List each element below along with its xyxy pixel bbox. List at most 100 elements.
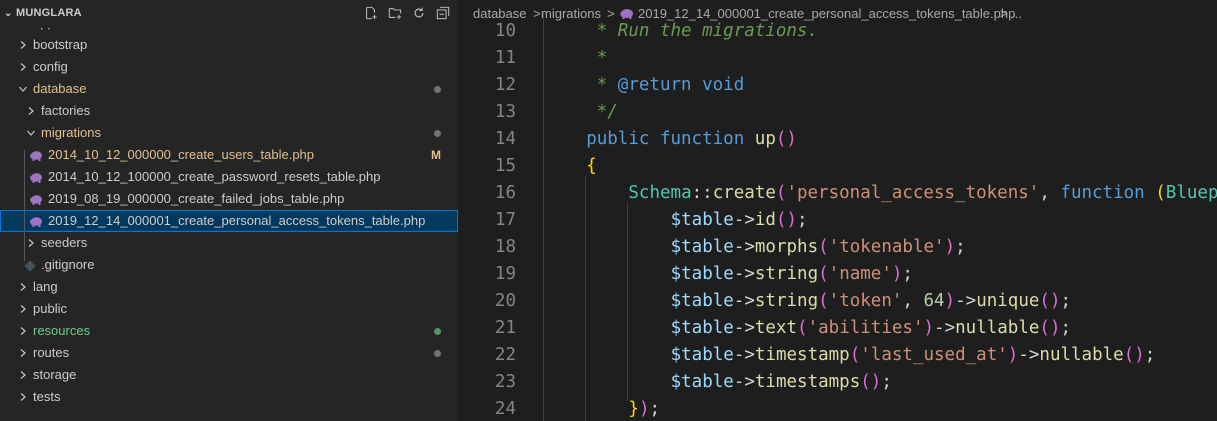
- php-file-icon: [29, 192, 43, 206]
- chevron-right-icon: [18, 342, 28, 364]
- folder-item[interactable]: seeders: [0, 232, 458, 254]
- refresh-icon[interactable]: [412, 6, 426, 20]
- collapse-all-icon[interactable]: [436, 6, 450, 20]
- file-item[interactable]: 2014_10_12_100000_create_password_resets…: [0, 166, 458, 188]
- php-file-icon: [29, 170, 43, 184]
- new-folder-icon[interactable]: [388, 6, 402, 20]
- code-text: public function up(): [586, 129, 797, 149]
- file-item[interactable]: 2014_10_12_000000_create_users_table.php…: [0, 144, 458, 166]
- line-number: 13: [494, 102, 516, 122]
- git-status-dot: [434, 130, 441, 137]
- git-status-dot: [434, 350, 441, 357]
- code-line[interactable]: 13 */: [458, 95, 1217, 131]
- tree-item-label: storage: [33, 367, 77, 382]
- tree-item-label: 2019_08_19_000000_create_failed_jobs_tab…: [48, 191, 345, 206]
- tree-item-label: 2019_12_14_000001_create_personal_access…: [48, 213, 426, 228]
- tree-item-label: seeders: [41, 235, 88, 250]
- tree-item-label: tests: [33, 389, 61, 404]
- line-number: 16: [494, 183, 516, 203]
- indent-guide: [585, 392, 587, 421]
- file-item[interactable]: .gitignore: [0, 254, 458, 276]
- code-text: *: [586, 48, 608, 68]
- folder-item[interactable]: bootstrap: [0, 34, 458, 56]
- code-text: });: [628, 399, 661, 419]
- tree-item-label: database: [33, 81, 87, 96]
- folder-item[interactable]: public: [0, 298, 458, 320]
- new-file-icon[interactable]: [364, 6, 378, 20]
- tree-item-label: routes: [33, 345, 70, 360]
- folder-item[interactable]: routes: [0, 342, 458, 364]
- code-line[interactable]: 16 Schema::create('personal_access_tokens…: [458, 176, 1217, 212]
- line-number: 22: [494, 345, 516, 365]
- chevron-right-icon: [18, 364, 28, 386]
- folder-item[interactable]: config: [0, 56, 458, 78]
- code-text: $table->string('token', 64)->unique();: [670, 291, 1072, 311]
- line-number: 21: [494, 318, 516, 338]
- code-line[interactable]: 11 *: [458, 41, 1217, 77]
- folder-item[interactable]: storage: [0, 364, 458, 386]
- code-editor[interactable]: database > migrations > 2019_12_14_00000…: [458, 0, 1217, 421]
- line-number: 12: [494, 75, 516, 95]
- code-text: $table->timestamps();: [670, 372, 892, 392]
- explorer-sidebar: nlsappbootstrapconfigdatabasefactoriesmi…: [0, 0, 458, 421]
- code-text: {: [586, 156, 597, 176]
- code-text: $table->timestamp('last_used_at')->nulla…: [670, 345, 1156, 365]
- code-text: $table->text('abilities')->nullable();: [670, 318, 1072, 338]
- folder-item[interactable]: resources: [0, 320, 458, 342]
- code-line[interactable]: 15 {: [458, 149, 1217, 185]
- line-number: 14: [494, 129, 516, 149]
- gitignore-file-icon: [23, 258, 37, 272]
- code-line[interactable]: 17 $table->id();: [458, 203, 1217, 239]
- git-status-dot: [434, 328, 441, 335]
- code-line[interactable]: 23 $table->timestamps();: [458, 365, 1217, 401]
- code-line[interactable]: 20 $table->string('token', 64)->unique();: [458, 284, 1217, 320]
- line-number: 23: [494, 372, 516, 392]
- tree-item-label: 2014_10_12_100000_create_password_resets…: [48, 169, 381, 184]
- folder-item[interactable]: migrations: [0, 122, 458, 144]
- tree-item-label: lang: [33, 279, 58, 294]
- code-line[interactable]: 19 $table->string('name');: [458, 257, 1217, 293]
- code-line[interactable]: 22 $table->timestamp('last_used_at')->nul…: [458, 338, 1217, 374]
- line-number: 19: [494, 264, 516, 284]
- chevron-right-icon: [18, 320, 28, 342]
- code-text: $table->string('name');: [670, 264, 913, 284]
- code-line[interactable]: 12 * @return void: [458, 68, 1217, 104]
- line-number: 11: [494, 48, 516, 68]
- chevron-right-icon: [26, 232, 36, 254]
- explorer-header: ⌄ MUNGLARA: [0, 0, 458, 28]
- folder-item[interactable]: lang: [0, 276, 458, 298]
- code-line[interactable]: 21 $table->text('abilities')->nullable();: [458, 311, 1217, 347]
- chevron-right-icon: [18, 386, 28, 408]
- chevron-right-icon: [18, 56, 28, 78]
- file-item[interactable]: 2019_12_14_000001_create_personal_access…: [0, 210, 458, 232]
- tree-item-label: migrations: [41, 125, 101, 140]
- file-item[interactable]: 2019_08_19_000000_create_failed_jobs_tab…: [0, 188, 458, 210]
- tree-item-label: factories: [41, 103, 91, 118]
- code-text: $table->id();: [670, 210, 808, 230]
- tree-item-label: config: [33, 59, 68, 74]
- chevron-right-icon: [18, 34, 28, 56]
- folder-item[interactable]: database: [0, 78, 458, 100]
- tree-item-label: resources: [33, 323, 91, 338]
- code-text: $table->morphs('tokenable');: [670, 237, 966, 257]
- chevron-down-icon: [26, 122, 36, 144]
- php-file-icon: [29, 148, 43, 162]
- code-line[interactable]: 24});: [458, 392, 1217, 421]
- code-line[interactable]: 14 public function up(): [458, 122, 1217, 158]
- folder-item[interactable]: factories: [0, 100, 458, 122]
- code-line[interactable]: 10 * Run the migrations.: [458, 14, 1217, 50]
- git-status-dot: [434, 86, 441, 93]
- tree-item-label: bootstrap: [33, 37, 88, 52]
- workspace-title[interactable]: ⌄ MUNGLARA: [4, 7, 82, 19]
- php-file-icon: [29, 214, 43, 228]
- folder-item[interactable]: tests: [0, 386, 458, 408]
- line-number: 17: [494, 210, 516, 230]
- chevron-right-icon: [18, 298, 28, 320]
- line-number: 20: [494, 291, 516, 311]
- line-number: 24: [494, 399, 516, 419]
- chevron-right-icon: [18, 276, 28, 298]
- line-number: 10: [494, 21, 516, 41]
- code-text: */: [586, 102, 618, 122]
- code-line[interactable]: 18 $table->morphs('tokenable');: [458, 230, 1217, 266]
- git-modified-badge: M: [431, 148, 441, 162]
